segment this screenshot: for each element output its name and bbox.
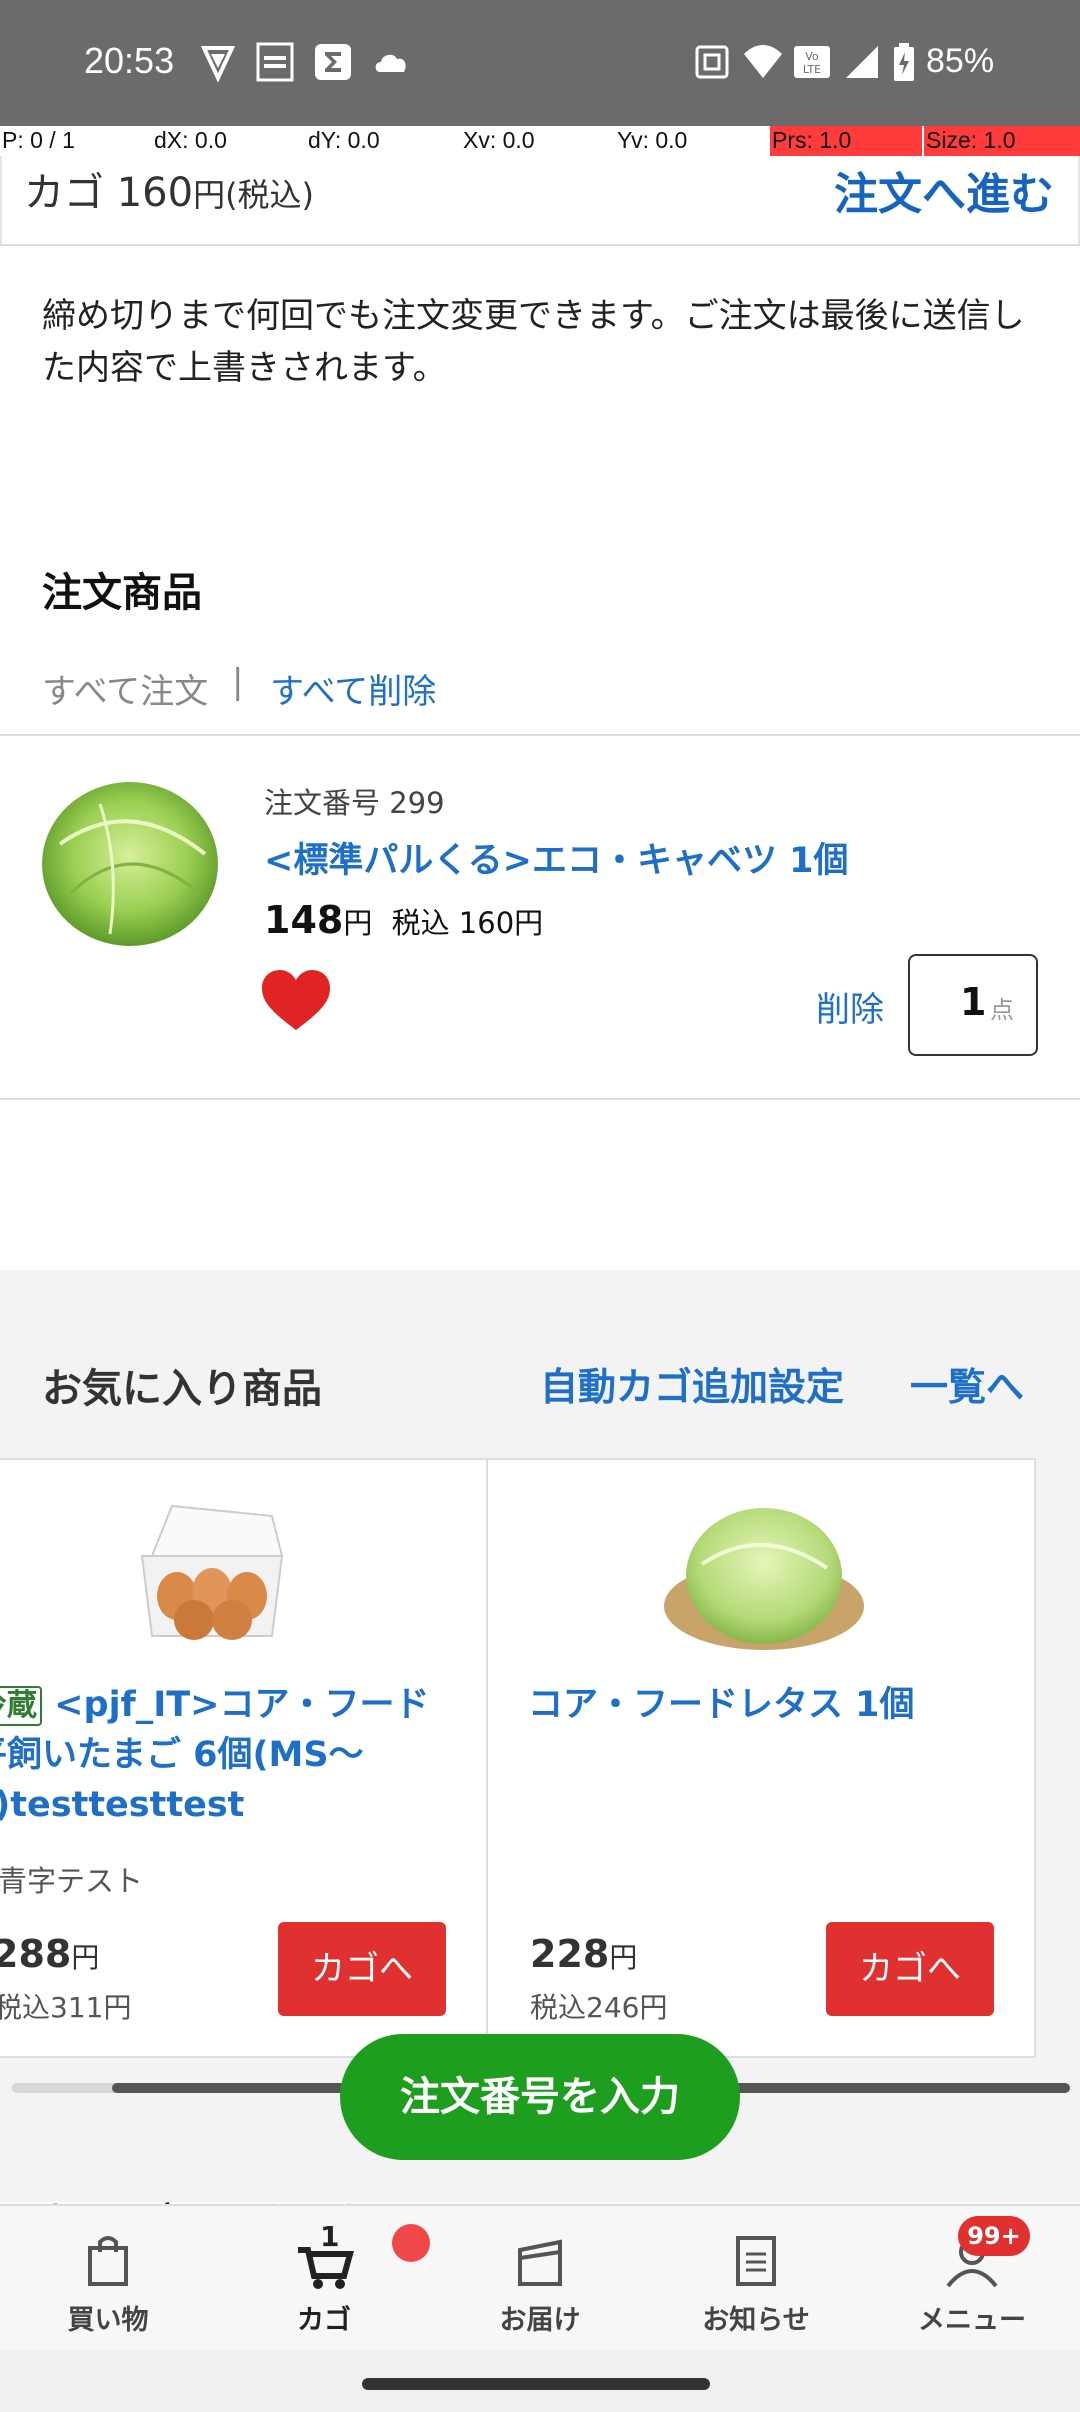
cart-icon [298, 2247, 354, 2289]
ordered-items-title: 注文商品 [42, 570, 202, 616]
proceed-to-order-link[interactable]: 注文へ進む [834, 158, 1054, 222]
favorite-product-name[interactable]: 冷蔵 <pjf_IT>コア・フード 平飼いたまご 6個(MS〜 L)testte… [0, 1680, 486, 1830]
sports-bull-app-icon [256, 42, 294, 82]
svg-text:LTE: LTE [803, 63, 821, 76]
add-to-cart-button[interactable]: カゴへ [278, 1922, 446, 2016]
nav-label: お知らせ [702, 2305, 810, 2336]
volte-icon: Vo LTE [794, 46, 830, 78]
order-all-link: すべて注文 [42, 672, 209, 712]
nav-label: お届け [499, 2305, 581, 2336]
order-change-notice: 締め切りまで何回でも注文変更できます。ご注文は最後に送信した内容で上書きされます… [42, 296, 1025, 388]
nfc-icon [695, 45, 729, 79]
debug-dx: dX: 0.0 [154, 127, 227, 153]
svg-text:Vo: Vo [805, 50, 819, 63]
price-value: 228 [530, 1932, 610, 1976]
product-name-link[interactable]: <標準パルくる>エコ・キャベツ 1個 [264, 832, 849, 883]
divider [0, 734, 1080, 736]
favorite-price: 288円 [0, 1932, 99, 1976]
sigma-app-icon [315, 44, 351, 80]
notification-dot [392, 2224, 430, 2262]
nav-label: 買い物 [67, 2305, 149, 2336]
favorite-tax-price: 税込311円 [0, 1991, 132, 2024]
quantity-selector[interactable]: 1 点 [908, 954, 1038, 1056]
enter-order-number-button[interactable]: 注文番号を入力 [340, 2034, 740, 2160]
favorite-heart-icon[interactable] [262, 970, 330, 1032]
quantity-value: 1 [960, 980, 987, 1024]
favorite-product-card[interactable]: コア・フードレタス 1個 228円 税込246円 カゴへ [486, 1458, 1036, 2058]
nav-notices[interactable]: お知らせ [648, 2206, 864, 2352]
price-unit: 円 [343, 906, 373, 940]
battery-percent: 85% [926, 42, 995, 80]
product-name-line-1: <pjf_IT>コア・フード [42, 1685, 430, 1725]
delete-item-link[interactable]: 削除 [816, 982, 884, 1031]
favorites-title: お気に入り商品 [42, 1366, 322, 1412]
eggs-product-image [140, 1504, 284, 1640]
battery-icon [894, 43, 914, 81]
clipboard-icon [736, 2236, 776, 2286]
divider [0, 1098, 1080, 1100]
cart-summary-bar: カゴ 160円(税込) 注文へ進む [0, 156, 1080, 246]
price-value: 148 [264, 898, 344, 942]
favorites-view-all-link[interactable]: 一覧へ [910, 1356, 1024, 1411]
quantity-unit: 点 [990, 996, 1014, 1024]
menu-badge: 99+ [958, 2216, 1030, 2256]
home-gesture-handle[interactable] [362, 2378, 710, 2390]
debug-p: P: 0 / 1 [2, 127, 75, 153]
cart-total-unit: 円(税込) [193, 176, 315, 214]
debug-dy: dY: 0.0 [308, 127, 380, 153]
pointer-debug-overlay: P: 0 / 1 dX: 0.0 dY: 0.0 Xv: 0.0 Yv: 0.0… [0, 126, 1080, 156]
delete-all-link[interactable]: すべて削除 [270, 664, 436, 713]
forgotten-items-heading: お買い忘れはありませんか？ [42, 2192, 509, 2204]
favorite-tax-price: 税込246円 [530, 1991, 668, 2024]
price-unit: 円 [609, 1941, 638, 1974]
refrigerated-badge: 冷蔵 [0, 1686, 42, 1726]
cloud-icon [375, 54, 406, 72]
shopping-bag-icon [88, 2236, 128, 2286]
debug-prs: Prs: 1.0 [770, 126, 922, 156]
product-price: 148円 税込 160円 [264, 898, 543, 942]
debug-yv: Yv: 0.0 [617, 127, 688, 153]
nav-label: メニュー [918, 2305, 1026, 2336]
favorite-product-name[interactable]: コア・フードレタス 1個 [528, 1680, 1028, 1730]
debug-size: Size: 1.0 [924, 126, 1080, 156]
box-icon [518, 2239, 562, 2286]
price-value: 288 [0, 1932, 72, 1976]
add-to-cart-button[interactable]: カゴへ [826, 1922, 994, 2016]
product-name-line-2: 平飼いたまご 6個(MS〜 [0, 1735, 364, 1775]
nav-delivery[interactable]: お届け [432, 2206, 648, 2352]
status-time: 20:53 [84, 40, 175, 81]
price-unit: 円 [71, 1941, 100, 1974]
cart-total: カゴ 160円(税込) [24, 160, 314, 218]
cart-total-value: カゴ 160 [24, 170, 194, 216]
cabbage-product-image[interactable] [40, 774, 220, 949]
bottom-navigation: 買い物 1 カゴ お届け お知らせ メニュー [0, 2204, 1080, 2350]
wifi-icon [744, 45, 782, 78]
debug-xv: Xv: 0.0 [463, 127, 535, 153]
status-bar: 20:53 Vo LTE 85% [0, 0, 1080, 126]
auto-cart-settings-link[interactable]: 自動カゴ追加設定 [540, 1356, 844, 1411]
nav-label: カゴ [297, 2305, 351, 2336]
lettuce-product-image [664, 1508, 864, 1650]
price-with-tax: 税込 160円 [391, 906, 544, 940]
product-name-line-3: L)testtesttest [0, 1785, 245, 1825]
product-sub-label: 青字テスト [0, 1864, 144, 1898]
order-number: 注文番号 299 [264, 786, 445, 820]
nav-shopping[interactable]: 買い物 [0, 2206, 216, 2352]
favorite-product-card[interactable]: 冷蔵 <pjf_IT>コア・フード 平飼いたまご 6個(MS〜 L)testte… [0, 1458, 488, 2058]
link-separator: | [232, 662, 244, 702]
shield-app-icon [200, 46, 236, 82]
favorite-price: 228円 [530, 1932, 637, 1976]
cell-signal-icon [846, 46, 878, 78]
